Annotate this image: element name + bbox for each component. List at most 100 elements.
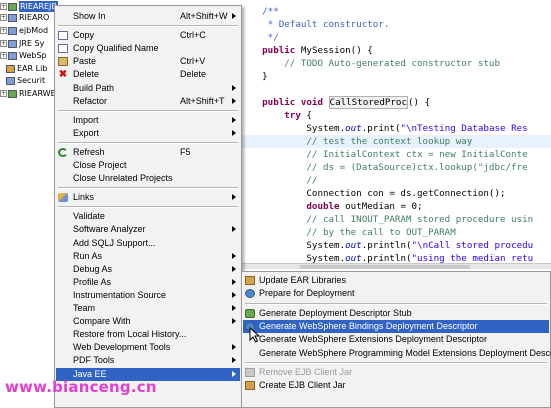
code-token: System. [240, 123, 346, 134]
submenu-arrow-icon [232, 226, 236, 233]
menu-close-project[interactable]: Close Project [56, 159, 240, 172]
submenu-arrow-icon [232, 305, 236, 311]
menu-item-label: Generate WebSphere Extensions Deployment… [259, 334, 487, 345]
menu-team[interactable]: Team [56, 302, 240, 315]
submenu-create-ejb-client-jar[interactable]: Create EJB Client Jar [243, 379, 549, 392]
menu-refactor[interactable]: Refactor Alt+Shift+T [56, 95, 240, 108]
menu-item-label: Restore from Local History... [73, 329, 187, 340]
menu-item-label: Validate [73, 211, 105, 222]
paste-icon [58, 57, 68, 67]
tree-item[interactable]: EAR Lib [6, 63, 47, 74]
tree-node-icon [8, 89, 17, 98]
tree-item[interactable]: + WebSp [0, 50, 47, 61]
menu-item-label: Generate Deployment Descriptor Stub [259, 307, 412, 318]
menu-instrumentation-source[interactable]: Instrumentation Source [56, 289, 240, 302]
menu-delete[interactable]: ✖ Delete Delete [56, 68, 240, 81]
menu-separator [58, 141, 238, 144]
submenu-remove-ejb-client-jar: Remove EJB Client Jar [243, 366, 549, 379]
code-line: // InitialContext ctx = new InitialConte [240, 148, 551, 161]
tree-expander-icon[interactable]: + [0, 3, 7, 10]
menu-validate[interactable]: Validate [56, 210, 240, 223]
code-line: /** [240, 5, 551, 18]
menu-export[interactable]: Export [56, 127, 240, 140]
watermark-text: www.bianceng.cn [5, 378, 157, 396]
code-token: // InitialContext ctx = new InitialConte [240, 149, 528, 160]
menu-item-shortcut: Alt+Shift+W [180, 11, 228, 21]
menu-item-label: Delete [73, 69, 100, 80]
menu-refresh[interactable]: Refresh F5 [56, 146, 240, 159]
tree-expander-icon[interactable]: + [0, 52, 7, 59]
menu-import[interactable]: Import [56, 114, 240, 127]
tree-node-icon [6, 64, 15, 73]
submenu-generate-websphere-programming-model[interactable]: Generate WebSphere Programming Model Ext… [243, 347, 551, 360]
submenu-update-ear-libraries[interactable]: Update EAR Libraries [243, 274, 549, 287]
code-line: System.out.println("\nCall stored proced… [240, 239, 551, 252]
menu-separator [245, 361, 547, 364]
submenu-prepare-for-deployment[interactable]: Prepare for Deployment [243, 287, 549, 300]
menu-copy-qualified-name[interactable]: Copy Qualified Name [56, 42, 240, 55]
code-token: .println( [361, 240, 412, 251]
tree-expander-icon[interactable]: + [0, 90, 7, 97]
code-line: Connection con = ds.getConnection(); [240, 187, 551, 200]
menu-item-label: Compare With [73, 316, 131, 327]
menu-item-label: Build Path [73, 82, 115, 93]
menu-links[interactable]: Links [56, 191, 240, 204]
code-token: // ds = (DataSource)ctx.lookup("jdbc/fre [240, 162, 528, 173]
menu-separator [58, 206, 238, 209]
menu-build-path[interactable]: Build Path [56, 82, 240, 95]
menu-show-in[interactable]: Show In Alt+Shift+W [56, 10, 240, 23]
tree-item-label: Securit [17, 76, 46, 85]
menu-item-label: Links [73, 192, 95, 203]
tree-item[interactable]: + RIEARO [0, 12, 49, 23]
tree-item[interactable]: + RIEARWEB [0, 88, 60, 99]
menu-restore-from-local-history[interactable]: Restore from Local History... [56, 328, 240, 341]
tree-expander-icon[interactable]: + [0, 27, 7, 34]
tree-node-icon [8, 13, 17, 22]
menu-copy[interactable]: Copy Ctrl+C [56, 29, 240, 42]
menu-item-label: Generate WebSphere Bindings Deployment D… [259, 320, 478, 331]
menu-software-analyzer[interactable]: Software Analyzer [56, 223, 240, 236]
code-token: * Default constructor. [240, 19, 390, 30]
code-token: out [345, 240, 362, 251]
submenu-generate-websphere-bindings[interactable]: Generate WebSphere Bindings Deployment D… [243, 319, 549, 333]
tree-expander-icon[interactable]: + [0, 14, 7, 21]
tree-item[interactable]: + JRE Sy [0, 38, 44, 49]
tree-expander-icon[interactable]: + [0, 40, 7, 47]
submenu-generate-deployment-descriptor-stub[interactable]: Generate Deployment Descriptor Stub [243, 307, 549, 320]
menu-add-sqlj-support[interactable]: Add SQLJ Support... [56, 237, 240, 250]
menu-item-label: Profile As [73, 276, 112, 287]
scrollbar-thumb[interactable] [300, 265, 470, 269]
submenu-arrow-icon [232, 194, 236, 201]
menu-pdf-tools[interactable]: PDF Tools [56, 354, 240, 367]
delete-icon: ✖ [58, 69, 68, 81]
menu-close-unrelated-projects[interactable]: Close Unrelated Projects [56, 172, 240, 185]
tree-item-label: RIEAREJB [19, 1, 58, 12]
code-line: // call INOUT_PARAM stored procedure usi… [240, 213, 551, 226]
menu-web-development-tools[interactable]: Web Development Tools [56, 341, 240, 354]
editor-horizontal-scrollbar[interactable] [240, 263, 551, 269]
menu-run-as[interactable]: Run As [56, 250, 240, 263]
menu-item-label: Remove EJB Client Jar [259, 366, 353, 377]
tree-node-icon [6, 76, 15, 85]
submenu-generate-websphere-extensions[interactable]: Generate WebSphere Extensions Deployment… [243, 333, 549, 346]
menu-item-label: Prepare for Deployment [259, 288, 355, 299]
tree-item[interactable]: + ejbMod [0, 25, 48, 36]
menu-item-label: Generate WebSphere Programming Model Ext… [259, 347, 551, 358]
links-icon [58, 193, 68, 203]
code-token: MySession() { [295, 45, 373, 56]
code-line: double outMedian = 0; [240, 200, 551, 213]
create-jar-icon [245, 381, 255, 391]
menu-item-label: Create EJB Client Jar [259, 380, 346, 391]
menu-item-label: Team [73, 303, 96, 313]
menu-paste[interactable]: Paste Ctrl+V [56, 55, 240, 68]
menu-debug-as[interactable]: Debug As [56, 263, 240, 276]
submenu-arrow-icon [232, 252, 236, 259]
tree-item[interactable]: Securit [6, 75, 45, 86]
code-token: // test the context lookup way [240, 136, 473, 147]
menu-compare-with[interactable]: Compare With [56, 315, 240, 328]
menu-profile-as[interactable]: Profile As [56, 276, 240, 289]
mouse-cursor-icon [249, 327, 261, 343]
code-line: // TODO Auto-generated constructor stub [240, 57, 551, 70]
menu-item-label: Web Development Tools [73, 342, 171, 353]
tree-item[interactable]: + RIEAREJB [0, 1, 58, 12]
